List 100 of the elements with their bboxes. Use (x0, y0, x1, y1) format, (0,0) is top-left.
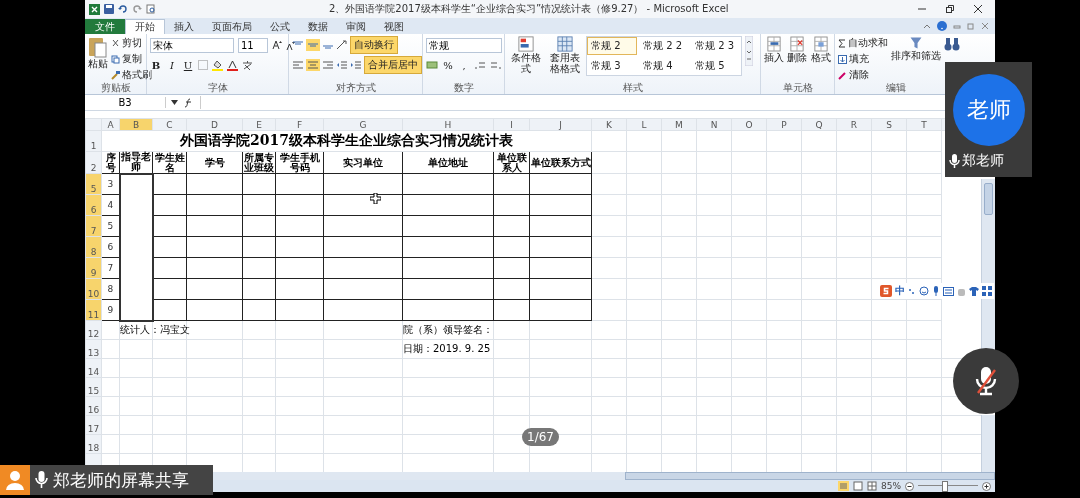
column-header[interactable]: I (493, 118, 530, 131)
column-header[interactable]: M (661, 118, 697, 131)
column-header[interactable]: G (323, 118, 403, 131)
format-as-table-button[interactable]: 套用表格格式 (547, 36, 583, 74)
paste-button[interactable]: 粘贴 (88, 36, 108, 69)
help-icon[interactable] (937, 21, 947, 31)
font-name-field[interactable]: 宋体 (150, 37, 234, 53)
cell-style-item[interactable]: 常规 4 (639, 57, 689, 75)
grow-font-icon[interactable] (272, 40, 282, 50)
page-break-icon[interactable] (867, 481, 877, 491)
merge-center-button[interactable]: 合并后居中 (364, 56, 422, 74)
selected-cell[interactable] (119, 173, 153, 321)
column-header[interactable]: F (275, 118, 324, 131)
emoji-icon[interactable] (919, 286, 929, 296)
row-header[interactable]: 6 (85, 194, 102, 216)
row-header[interactable]: 11 (85, 299, 102, 321)
row-header[interactable]: 7 (85, 215, 102, 237)
cells-button[interactable]: 删除 (787, 36, 808, 63)
column-header[interactable]: T (906, 118, 942, 131)
zoom-level[interactable]: 85% (881, 481, 901, 491)
dropdown-icon[interactable] (171, 100, 178, 105)
ribbon-tab[interactable]: 数据 (299, 19, 337, 34)
autosum-button[interactable]: 自动求和 (838, 36, 888, 50)
ribbon-tab[interactable]: 审阅 (337, 19, 375, 34)
keyboard-icon[interactable] (943, 286, 954, 296)
copy-button[interactable]: 复制 (111, 52, 152, 66)
column-header[interactable]: J (529, 118, 592, 131)
italic-button[interactable]: I (166, 59, 178, 71)
undo-icon[interactable] (118, 4, 128, 14)
text-orientation-icon[interactable] (336, 40, 348, 50)
collapse-ribbon-icon[interactable] (923, 22, 931, 30)
column-header[interactable]: K (591, 118, 627, 131)
row-header[interactable]: 1 (85, 130, 102, 152)
zoom-out-icon[interactable] (905, 481, 914, 491)
row-header[interactable]: 8 (85, 236, 102, 258)
shrink-font-icon[interactable] (286, 40, 295, 50)
number-format-field[interactable]: 常规 (426, 37, 502, 53)
column-header[interactable]: C (152, 118, 187, 131)
decrease-decimal-icon[interactable] (490, 60, 502, 70)
horizontal-scrollbar[interactable] (625, 472, 995, 480)
fill-color-icon[interactable] (212, 59, 223, 71)
decrease-indent-icon[interactable] (336, 60, 348, 70)
column-header[interactable]: B (119, 118, 153, 131)
cell-style-item[interactable]: 常规 3 (587, 57, 637, 75)
microphone-icon[interactable] (932, 286, 940, 296)
vertical-scrollbar[interactable] (981, 179, 995, 349)
redo-icon[interactable] (132, 4, 142, 14)
font-size-field[interactable]: 11 (238, 37, 268, 53)
column-header[interactable]: E (242, 118, 276, 131)
ribbon-tab[interactable]: 页面布局 (203, 19, 261, 34)
align-left-icon[interactable] (292, 60, 304, 70)
grid-icon[interactable] (982, 286, 992, 296)
increase-decimal-icon[interactable] (474, 60, 486, 70)
close-icon[interactable] (973, 4, 983, 14)
binoculars-icon[interactable] (944, 36, 960, 52)
align-right-icon[interactable] (322, 60, 334, 70)
save-icon[interactable] (104, 4, 114, 14)
column-header[interactable]: D (186, 118, 243, 131)
column-header[interactable]: P (766, 118, 802, 131)
column-header[interactable]: H (402, 118, 494, 131)
percent-button[interactable]: % (442, 59, 454, 71)
currency-icon[interactable] (426, 60, 438, 70)
column-header[interactable]: R (836, 118, 872, 131)
ribbon-tab[interactable]: 公式 (261, 19, 299, 34)
phonetic-icon[interactable] (242, 59, 253, 71)
vertical-scrollbar[interactable] (981, 415, 995, 472)
zoom-in-icon[interactable] (982, 481, 991, 491)
file-tab[interactable]: 文件 (85, 19, 125, 34)
cell-style-item[interactable]: 常规 2 2 (639, 37, 689, 55)
zoom-slider-thumb[interactable] (942, 481, 948, 492)
comma-button[interactable]: , (458, 59, 470, 71)
ribbon-tab[interactable]: 视图 (375, 19, 413, 34)
row-header[interactable]: 5 (85, 173, 102, 195)
name-box[interactable]: B3 (85, 97, 166, 108)
cell-style-item[interactable]: 常规 2 (587, 37, 637, 55)
input-method-logo-icon[interactable] (880, 285, 892, 297)
shirt-icon[interactable] (969, 286, 979, 296)
column-header[interactable]: Q (801, 118, 837, 131)
ribbon-tab[interactable]: 开始 (125, 19, 165, 34)
punctuation-icon[interactable] (908, 286, 916, 296)
row-header[interactable]: 9 (85, 257, 102, 279)
increase-indent-icon[interactable] (350, 60, 362, 70)
row-header[interactable]: 10 (85, 278, 102, 300)
column-header[interactable]: L (626, 118, 662, 131)
underline-button[interactable]: U (182, 59, 194, 71)
cut-button[interactable]: 剪切 (111, 36, 152, 50)
row-header[interactable]: 2 (85, 151, 102, 174)
page-layout-icon[interactable] (853, 481, 863, 491)
ime-mode[interactable]: 中 (895, 284, 905, 298)
restore-icon[interactable] (945, 4, 955, 14)
cell-style-item[interactable]: 常规 2 3 (691, 37, 741, 55)
column-header[interactable]: S (871, 118, 907, 131)
sort-filter-button[interactable]: 排序和筛选 (891, 36, 941, 61)
gallery-scroll-icon[interactable] (745, 36, 753, 66)
column-header[interactable]: O (731, 118, 767, 131)
print-preview-icon[interactable] (146, 4, 156, 14)
cells-button[interactable]: 插入 (764, 36, 785, 63)
cells-button[interactable]: 格式 (810, 36, 831, 63)
conditional-format-button[interactable]: 条件格式 (508, 36, 544, 74)
clear-button[interactable]: 清除 (838, 68, 888, 82)
